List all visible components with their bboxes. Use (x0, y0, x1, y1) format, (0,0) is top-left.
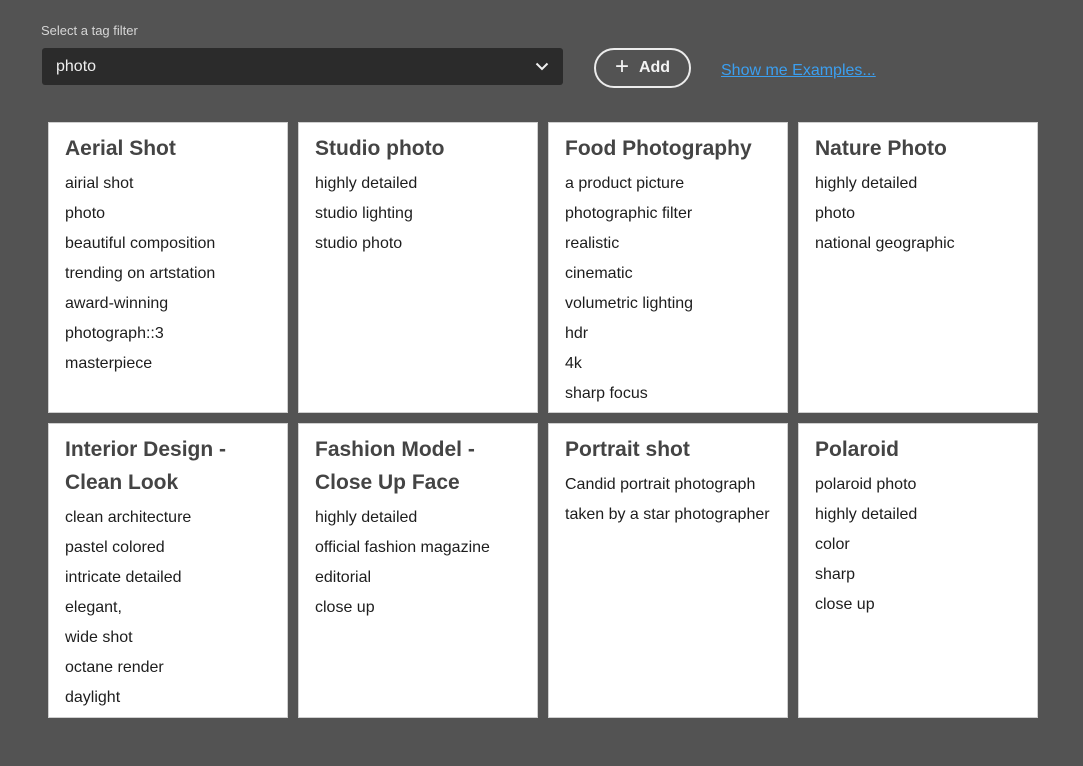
tag-list: Candid portrait photograph taken by a st… (565, 470, 771, 530)
tag-item: editorial (315, 569, 372, 586)
tag-item: elegant, (65, 599, 122, 616)
tag-list: a product picture photographic filter re… (565, 169, 771, 409)
card-title: Studio photo (315, 137, 445, 160)
tag-item: photo (815, 205, 856, 222)
preset-card-nature-photo[interactable]: Nature Photo highly detailed photo natio… (798, 122, 1038, 413)
tag-item: national geographic (815, 235, 955, 252)
preset-card-portrait-shot[interactable]: Portrait shot Candid portrait photograph… (548, 423, 788, 718)
tag-item: trending on artstation (65, 265, 216, 282)
tag-item: highly detailed (315, 509, 418, 526)
tag-item: volumetric lighting (565, 295, 694, 312)
preset-card-food-photography[interactable]: Food Photography a product picture photo… (548, 122, 788, 413)
plus-icon: + (614, 53, 629, 80)
show-examples-link[interactable]: Show me Examples... (721, 62, 876, 80)
preset-card-polaroid[interactable]: Polaroid polaroid photo highly detailed … (798, 423, 1038, 718)
card-title: Aerial Shot (65, 137, 176, 160)
preset-card-aerial-shot[interactable]: Aerial Shot airial shot photo beautiful … (48, 122, 288, 413)
tag-item: close up (815, 596, 875, 613)
tag-list: clean architecture pastel colored intric… (65, 503, 271, 713)
card-title: Portrait shot (565, 438, 690, 461)
tag-item: highly detailed (315, 175, 418, 192)
tag-filter-label: Select a tag filter (41, 23, 138, 38)
card-title: Polaroid (815, 438, 900, 461)
tag-list: airial shot photo beautiful composition … (65, 169, 271, 379)
tag-item: official fashion magazine (315, 539, 490, 556)
tag-item: beautiful composition (65, 235, 216, 252)
add-button-label: Add (638, 59, 671, 76)
tag-item: a product picture (565, 175, 685, 192)
preset-card-interior-design[interactable]: Interior Design - Clean Look clean archi… (48, 423, 288, 718)
tag-item: intricate detailed (65, 569, 182, 586)
tag-item: studio photo (315, 235, 403, 252)
tag-item: clean architecture (65, 509, 192, 526)
tag-item: octane render (65, 659, 164, 676)
tag-item: hdr (565, 325, 589, 342)
tag-item: Candid portrait photograph (565, 476, 756, 493)
tag-list: highly detailed official fashion magazin… (315, 503, 521, 623)
tag-item: studio lighting (315, 205, 413, 222)
tag-item: taken by a star photographer (565, 506, 770, 523)
tag-item: daylight (65, 689, 121, 706)
card-title: Interior Design - Clean Look (65, 438, 227, 494)
card-title: Fashion Model - Close Up Face (315, 438, 475, 494)
card-title: Nature Photo (815, 137, 947, 160)
tag-item: realistic (565, 235, 620, 252)
tag-item: masterpiece (65, 355, 153, 372)
tag-list: highly detailed studio lighting studio p… (315, 169, 521, 259)
tag-item: sharp (815, 566, 856, 583)
add-button[interactable]: + Add (594, 48, 691, 88)
tag-item: cinematic (565, 265, 633, 282)
tag-item: pastel colored (65, 539, 165, 556)
card-title: Food Photography (565, 137, 752, 160)
tag-item: award-winning (65, 295, 169, 312)
preset-card-studio-photo[interactable]: Studio photo highly detailed studio ligh… (298, 122, 538, 413)
tag-item: highly detailed (815, 506, 918, 523)
tag-item: color (815, 536, 850, 553)
tag-item: close up (315, 599, 375, 616)
tag-list: highly detailed photo national geographi… (815, 169, 1021, 259)
tag-list: polaroid photo highly detailed color sha… (815, 470, 1021, 620)
tag-item: photograph::3 (65, 325, 164, 342)
tag-item: 4k (565, 355, 582, 372)
tag-item: wide shot (65, 629, 133, 646)
tag-item: polaroid photo (815, 476, 917, 493)
tag-filter-selected-value: photo (56, 57, 97, 75)
tag-filter-select[interactable]: photo (42, 48, 563, 85)
tag-item: sharp focus (565, 385, 648, 402)
tag-item: photo (65, 205, 106, 222)
preset-card-fashion-model[interactable]: Fashion Model - Close Up Face highly det… (298, 423, 538, 718)
tag-item: highly detailed (815, 175, 918, 192)
tag-item: airial shot (65, 175, 134, 192)
chevron-down-icon (535, 62, 549, 71)
tag-item: photographic filter (565, 205, 693, 222)
